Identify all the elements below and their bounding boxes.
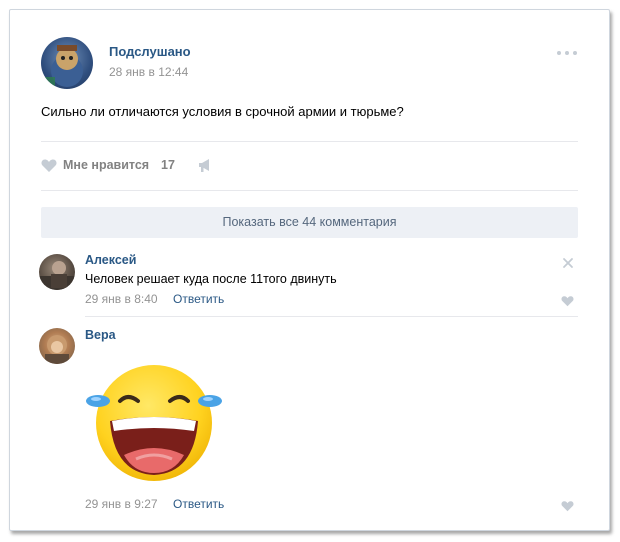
heart-icon <box>41 159 57 172</box>
like-count[interactable]: 17 <box>161 158 175 172</box>
post-author-avatar[interactable] <box>41 37 93 89</box>
comment-date[interactable]: 29 янв в 9:27 <box>85 497 158 511</box>
show-all-comments-button[interactable]: Показать все 44 комментария <box>41 207 578 238</box>
commenter-avatar[interactable] <box>39 254 75 290</box>
post-text: Сильно ли отличаются условия в срочной а… <box>41 104 404 119</box>
comment-like-icon[interactable] <box>561 294 574 312</box>
like-label[interactable]: Мне нравится <box>63 158 149 172</box>
divider <box>41 190 578 191</box>
megaphone-icon[interactable] <box>197 157 213 178</box>
comment-author[interactable]: Алексей <box>85 253 136 267</box>
divider <box>41 141 578 142</box>
post-date[interactable]: 28 янв в 12:44 <box>109 65 188 79</box>
reply-link[interactable]: Ответить <box>173 497 224 511</box>
reply-link[interactable]: Ответить <box>173 292 224 306</box>
comment-date[interactable]: 29 янв в 8:40 <box>85 292 158 306</box>
post-card: Подслушано 28 янв в 12:44 Сильно ли отли… <box>9 9 610 531</box>
comment-author[interactable]: Вера <box>85 328 116 342</box>
comment-text: Человек решает куда после 11того двинуть <box>85 272 337 286</box>
laughing-tears-emoji <box>84 355 224 490</box>
commenter-avatar[interactable] <box>39 328 75 364</box>
close-icon[interactable] <box>562 256 574 274</box>
more-dots-icon[interactable] <box>556 45 578 55</box>
divider <box>85 316 578 317</box>
comment-like-icon[interactable] <box>561 499 574 517</box>
post-author-name[interactable]: Подслушано <box>109 44 191 59</box>
